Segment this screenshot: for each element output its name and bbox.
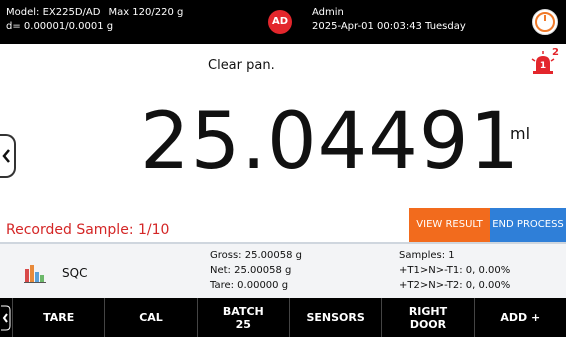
batch-label: BATCH [222,304,264,318]
division-text: d= 0.00001/0.0001 g [6,21,114,32]
scale-info: Model: EX225D/AD Max 120/220 g d= 0.00001… [6,6,183,34]
toolbar-scroll-left[interactable] [0,298,12,337]
weight-stats: Gross: 25.00058 g Net: 25.00058 g Tare: … [210,248,302,293]
right-door-label-2: DOOR [409,317,447,331]
side-panel-toggle[interactable] [0,134,16,178]
max-capacity-text: Max 120/220 g [108,7,184,18]
bottom-toolbar: TARE CAL BATCH 25 SENSORS RIGHT DOOR ADD… [0,298,566,337]
batch-button[interactable]: BATCH 25 [196,298,289,337]
mode-label[interactable]: SQC [62,266,87,280]
chevron-left-icon [2,149,10,163]
tare-label: TARE [43,311,75,324]
user-name: Admin [312,7,344,18]
sensors-label: SENSORS [306,311,365,324]
weight-unit: ml [510,124,531,143]
batch-value: 25 [235,317,251,331]
tare-text: Tare: 0.00000 g [210,280,289,291]
cal-label: CAL [139,311,163,324]
status-message: Clear pan. [208,58,275,73]
sensors-button[interactable]: SENSORS [288,298,381,337]
header-bar: Model: EX225D/AD Max 120/220 g d= 0.00001… [0,0,566,44]
add-button[interactable]: ADD + [473,298,566,337]
gross-text: Gross: 25.00058 g [210,250,302,261]
tare-button[interactable]: TARE [12,298,104,337]
t2-text: +T2>N>-T2: 0, 0.00% [399,280,511,291]
user-info: Admin 2025-Apr-01 00:03:43 Tuesday [312,6,466,34]
chevron-left-icon [1,305,11,330]
cal-button[interactable]: CAL [104,298,196,337]
sample-stats: Samples: 1 +T1>N>-T1: 0, 0.00% +T2>N>-T2… [399,248,510,293]
right-door-button[interactable]: RIGHT DOOR [381,298,473,337]
weight-reading: 25.04491 [140,97,521,187]
samples-count-text: Samples: 1 [399,250,455,261]
model-text: Model: EX225D/AD [6,7,101,18]
net-text: Net: 25.00058 g [210,265,292,276]
power-icon [535,12,555,32]
recorded-sample-text: Recorded Sample: 1/10 [6,222,170,238]
end-process-button[interactable]: END PROCESS [490,208,566,242]
view-result-button[interactable]: VIEW RESULT [409,208,490,242]
right-door-label-1: RIGHT [408,304,448,318]
add-label: ADD + [500,311,541,324]
sqc-chart-icon [24,265,46,283]
user-avatar[interactable]: AD [268,10,292,34]
t1-text: +T1>N>-T1: 0, 0.00% [399,265,511,276]
svg-text:1: 1 [540,61,546,71]
alarm-count-badge: 2 [552,47,559,58]
datetime-text: 2025-Apr-01 00:03:43 Tuesday [312,21,466,32]
power-button[interactable] [532,9,558,35]
